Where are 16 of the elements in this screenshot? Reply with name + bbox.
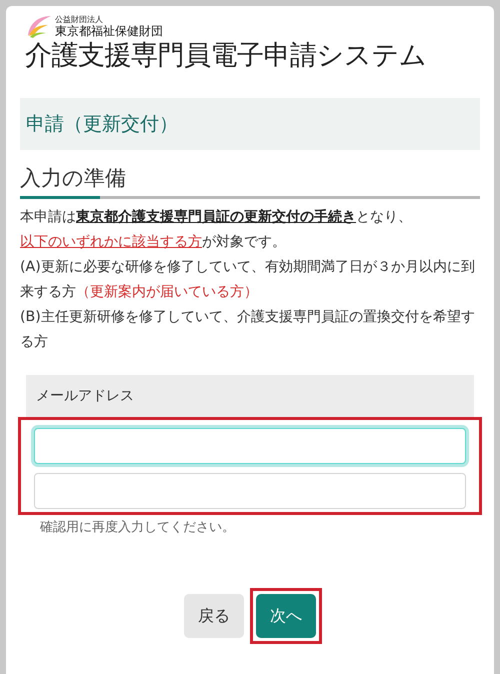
email-field[interactable] xyxy=(34,428,466,464)
step-heading: 入力の準備 xyxy=(20,165,127,192)
link[interactable]: 以下のいずれかに該当する方 xyxy=(20,234,202,250)
notice-text: 本申請は東京都介護支援専門員証の更新交付の手続き となり、 以下のいずれかに該当する方が対象です。 xyxy=(20,208,413,252)
notice-text: (A)更新に必要な研修を修了していて、有効期間満了日が３か月以内に到来する方（更新案内が届いている方） xyxy=(20,258,476,302)
email-label: メールアドレス xyxy=(26,375,474,417)
system-title: 介護支援専門員電子申請システム xyxy=(25,39,428,73)
next-button[interactable]: 次へ xyxy=(256,594,316,638)
org-name: 東京都福祉保健財団 xyxy=(55,24,163,38)
org-subtitle: 公益財団法人 xyxy=(55,14,104,24)
back-button[interactable]: 戻る xyxy=(184,594,244,638)
logo-icon xyxy=(26,14,52,38)
section-title: 申請（更新交付） xyxy=(26,112,178,137)
notice-text: (B)主任更新研修を修了していて、介護支援専門員証の置換交付を希望する方 xyxy=(20,308,476,352)
email-field[interactable] xyxy=(34,473,466,509)
hint-text: 確認用に再度入力してください。 xyxy=(40,519,236,536)
